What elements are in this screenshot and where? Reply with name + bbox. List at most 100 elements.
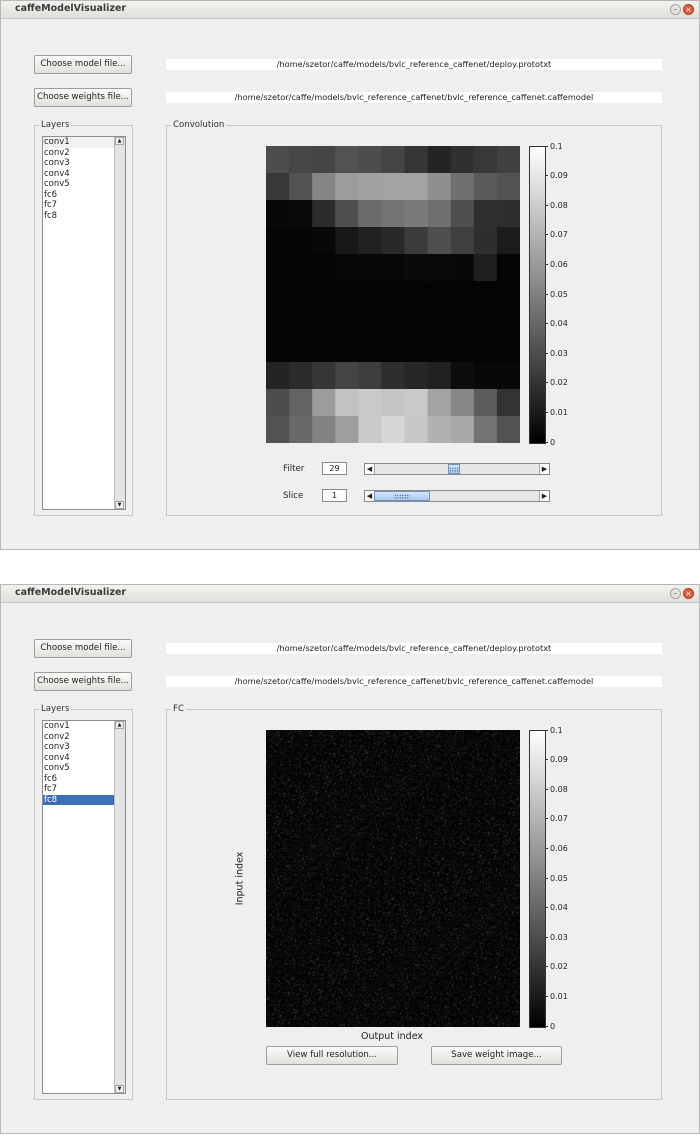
heatmap-cell (335, 362, 359, 390)
layer-item[interactable]: conv4 (43, 169, 125, 180)
heatmap-cell (450, 173, 475, 201)
slider-right-arrow-icon[interactable]: ▶ (539, 464, 549, 474)
close-icon[interactable]: × (683, 588, 694, 599)
heatmap-cell (404, 416, 429, 443)
heatmap-cell (496, 281, 520, 309)
heatmap-cell (427, 173, 452, 201)
colorbar-tick-label: 0.04 (545, 903, 590, 912)
slice-slider-thumb[interactable] (374, 491, 430, 501)
scroll-up-icon[interactable]: ▲ (115, 721, 124, 729)
layers-scrollbar[interactable]: ▲ ▼ (114, 721, 125, 1093)
save-weight-image-button[interactable]: Save weight image... (431, 1046, 562, 1065)
slider-left-arrow-icon[interactable]: ◀ (365, 464, 375, 474)
view-full-resolution-button[interactable]: View full resolution... (266, 1046, 398, 1065)
heatmap-cell (450, 335, 475, 363)
title-bar[interactable]: caffeModelVisualizer – × (1, 1, 699, 19)
choose-weights-button[interactable]: Choose weights file... (34, 672, 132, 691)
minimize-icon[interactable]: – (670, 588, 681, 599)
heatmap-cell (289, 416, 313, 443)
choose-model-button[interactable]: Choose model file... (34, 55, 132, 74)
colorbar (529, 730, 546, 1028)
layer-item[interactable]: fc8 (43, 211, 125, 222)
heatmap-cell (404, 335, 429, 363)
heatmap-cell (381, 335, 406, 363)
scroll-down-icon[interactable]: ▼ (115, 501, 124, 509)
colorbar-tick-label: 0.05 (545, 874, 590, 883)
layers-list[interactable]: conv1 conv2 conv3 conv4 conv5 fc6 fc7 fc… (42, 720, 126, 1094)
heatmap-cell (266, 173, 290, 201)
filter-slider-thumb[interactable] (447, 464, 460, 474)
scroll-up-icon[interactable]: ▲ (115, 137, 124, 145)
heatmap-cell (404, 254, 429, 282)
heatmap-cell (496, 146, 520, 174)
heatmap-cell (473, 281, 498, 309)
layer-item[interactable]: fc7 (43, 200, 125, 211)
slice-label: Slice (283, 491, 304, 501)
colorbar-tick-label: 0.08 (545, 785, 590, 794)
heatmap-cell (427, 335, 452, 363)
slice-slider[interactable]: ◀ ▶ (364, 490, 550, 502)
heatmap-cell (473, 173, 498, 201)
heatmap-cell (450, 308, 475, 336)
visualizer-window-conv: caffeModelVisualizer – × Choose model fi… (0, 0, 700, 550)
heatmap-cell (266, 389, 290, 417)
heatmap-cell (312, 254, 336, 282)
model-path-field: /home/szetor/caffe/models/bvlc_reference… (166, 59, 662, 70)
layers-scrollbar[interactable]: ▲ ▼ (114, 137, 125, 509)
heatmap-cell (381, 200, 406, 228)
layer-item[interactable]: fc6 (43, 190, 125, 201)
layer-item[interactable]: conv5 (43, 179, 125, 190)
heatmap-cell (335, 308, 359, 336)
layer-item[interactable]: conv2 (43, 732, 125, 743)
colorbar-tick-label: 0.01 (545, 992, 590, 1001)
colorbar-tick-label: 0.01 (545, 408, 590, 417)
heatmap-cell (335, 389, 359, 417)
heatmap-cell (404, 173, 429, 201)
filter-slider[interactable]: ◀ ▶ (364, 463, 550, 475)
heatmap-cell (427, 281, 452, 309)
layer-item[interactable]: fc6 (43, 774, 125, 785)
conv-weight-heatmap (266, 146, 520, 443)
heatmap-cell (289, 335, 313, 363)
convolution-group-label: Convolution (171, 120, 227, 131)
heatmap-cell (496, 389, 520, 417)
heatmap-cell (381, 281, 406, 309)
title-bar[interactable]: caffeModelVisualizer – × (1, 585, 699, 603)
choose-weights-button[interactable]: Choose weights file... (34, 88, 132, 107)
heatmap-cell (496, 308, 520, 336)
colorbar-tick-label: 0.1 (545, 726, 590, 735)
heatmap-cell (473, 227, 498, 255)
choose-model-button[interactable]: Choose model file... (34, 639, 132, 658)
heatmap-cell (473, 335, 498, 363)
layers-list[interactable]: conv1 conv2 conv3 conv4 conv5 fc6 fc7 fc… (42, 136, 126, 510)
heatmap-cell (335, 173, 359, 201)
heatmap-cell (289, 362, 313, 390)
layer-item[interactable]: conv5 (43, 763, 125, 774)
heatmap-cell (496, 227, 520, 255)
layer-item[interactable]: conv4 (43, 753, 125, 764)
layer-item[interactable]: conv3 (43, 158, 125, 169)
scroll-down-icon[interactable]: ▼ (115, 1085, 124, 1093)
layer-item[interactable]: conv1 (43, 137, 125, 148)
colorbar-tick-label: 0.07 (545, 814, 590, 823)
close-icon[interactable]: × (683, 4, 694, 15)
layer-item[interactable]: fc7 (43, 784, 125, 795)
heatmap-cell (312, 389, 336, 417)
colorbar-tick-label: 0 (545, 1022, 590, 1031)
slider-right-arrow-icon[interactable]: ▶ (539, 491, 549, 501)
layer-item[interactable]: conv1 (43, 721, 125, 732)
layers-group-label: Layers (39, 120, 72, 131)
heatmap-cell (266, 254, 290, 282)
heatmap-cell (266, 146, 290, 174)
minimize-icon[interactable]: – (670, 4, 681, 15)
colorbar-tick-label: 0.03 (545, 349, 590, 358)
layer-item-selected[interactable]: fc8 (43, 794, 125, 805)
slice-spinbox[interactable]: 1 (322, 489, 347, 502)
layer-item[interactable]: conv3 (43, 742, 125, 753)
layer-item[interactable]: conv2 (43, 148, 125, 159)
filter-spinbox[interactable]: 29 (322, 462, 347, 475)
window-title: caffeModelVisualizer (15, 587, 127, 598)
heatmap-cell (289, 308, 313, 336)
colorbar-tick-label: 0.04 (545, 319, 590, 328)
heatmap-cell (473, 254, 498, 282)
